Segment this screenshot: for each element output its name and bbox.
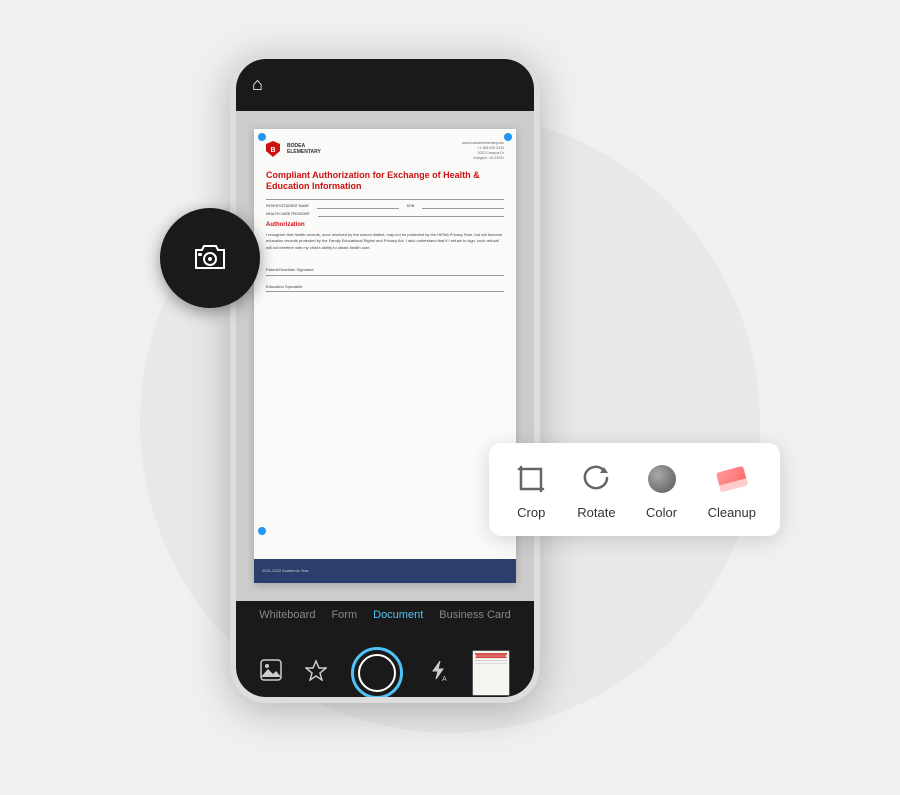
toolbar-item-color[interactable]: Color <box>644 461 680 520</box>
document-page: B BODEA ELEMENTARY www.bodeaelementary.e… <box>254 129 516 583</box>
field-label-2: HEALTH CARE PROVIDER <box>266 212 310 217</box>
scan-mode-document[interactable]: Document <box>373 609 423 621</box>
flash-auto-icon[interactable]: A <box>427 659 449 686</box>
shutter-button[interactable] <box>351 647 403 699</box>
scan-mode-whiteboard[interactable]: Whiteboard <box>259 609 315 621</box>
field-line-2 <box>318 212 505 217</box>
phone-top-bar: ⌂ <box>236 59 534 111</box>
field-label-1: PATIENT/STUDENT NAME <box>266 204 309 209</box>
signature-line-1: Parent/Guardian Signature <box>266 267 504 276</box>
field-row-1: PATIENT/STUDENT NAME DOB <box>266 204 504 209</box>
signature-label-1: Parent/Guardian Signature <box>266 267 314 272</box>
color-ball <box>648 465 676 493</box>
thumbnail-preview[interactable] <box>472 650 510 696</box>
svg-text:B: B <box>270 147 275 154</box>
toolbar-item-rotate[interactable]: Rotate <box>577 461 615 520</box>
lens-icon[interactable] <box>305 659 327 686</box>
svg-text:A: A <box>442 676 447 681</box>
crop-icon <box>513 461 549 497</box>
field-row-2: HEALTH CARE PROVIDER <box>266 212 504 217</box>
doc-footer-text: 2021-2022 Academic Year <box>262 568 309 574</box>
color-label: Color <box>646 505 677 520</box>
home-icon: ⌂ <box>252 74 263 95</box>
doc-section-title: Authorization <box>266 221 504 229</box>
color-icon <box>644 461 680 497</box>
signature-line-2: Education Specialist <box>266 284 504 293</box>
scan-mode-form[interactable]: Form <box>331 609 357 621</box>
thumb-doc-image <box>473 651 509 695</box>
school-logo: B BODEA ELEMENTARY <box>266 141 321 157</box>
crop-corner-tr <box>504 133 512 141</box>
scan-mode-selector: Whiteboard Form Document Business Card <box>259 609 511 621</box>
shutter-inner <box>358 654 396 692</box>
crop-label: Crop <box>517 505 545 520</box>
doc-fields: PATIENT/STUDENT NAME DOB HEALTH CARE PRO… <box>266 199 504 217</box>
rotate-icon <box>578 461 614 497</box>
phone: ⌂ B BODEA ELEMENTARY www.bodeaeleme <box>230 53 540 703</box>
toolbar-popup: Crop Rotate Color Cleanup <box>489 443 780 536</box>
scan-mode-business-card[interactable]: Business Card <box>439 609 511 621</box>
doc-footer-bar: 2021-2022 Academic Year <box>254 559 516 583</box>
bottom-controls: A <box>236 647 534 699</box>
cleanup-icon <box>714 461 750 497</box>
crop-corner-tl <box>258 133 266 141</box>
cleanup-label: Cleanup <box>708 505 756 520</box>
doc-signature-area: Parent/Guardian Signature Education Spec… <box>266 267 504 292</box>
toolbar-item-crop[interactable]: Crop <box>513 461 549 520</box>
crop-corner-bl <box>258 527 266 535</box>
doc-header-right: www.bodeaelementary.edu +1 555 000 5134 … <box>462 141 504 162</box>
signature-label-2: Education Specialist <box>266 284 302 289</box>
doc-header: B BODEA ELEMENTARY www.bodeaelementary.e… <box>266 141 504 162</box>
shield-icon: B <box>266 141 280 157</box>
phone-bottom-bar: Whiteboard Form Document Business Card <box>236 601 534 703</box>
camera-icon <box>188 236 232 280</box>
camera-circle <box>160 208 260 308</box>
school-name: BODEA ELEMENTARY <box>287 143 321 155</box>
field-line-1 <box>317 204 399 209</box>
toolbar-item-cleanup[interactable]: Cleanup <box>708 461 756 520</box>
doc-body-text: I recognize that health records, once re… <box>266 232 504 251</box>
gallery-icon[interactable] <box>260 659 282 686</box>
doc-title: Compliant Authorization for Exchange of … <box>266 170 504 193</box>
field-label-dob: DOB <box>407 204 415 209</box>
eraser-shape <box>716 465 748 492</box>
field-line-dob <box>422 204 504 209</box>
scene: ⌂ B BODEA ELEMENTARY www.bodeaeleme <box>100 23 800 773</box>
rotate-label: Rotate <box>577 505 615 520</box>
